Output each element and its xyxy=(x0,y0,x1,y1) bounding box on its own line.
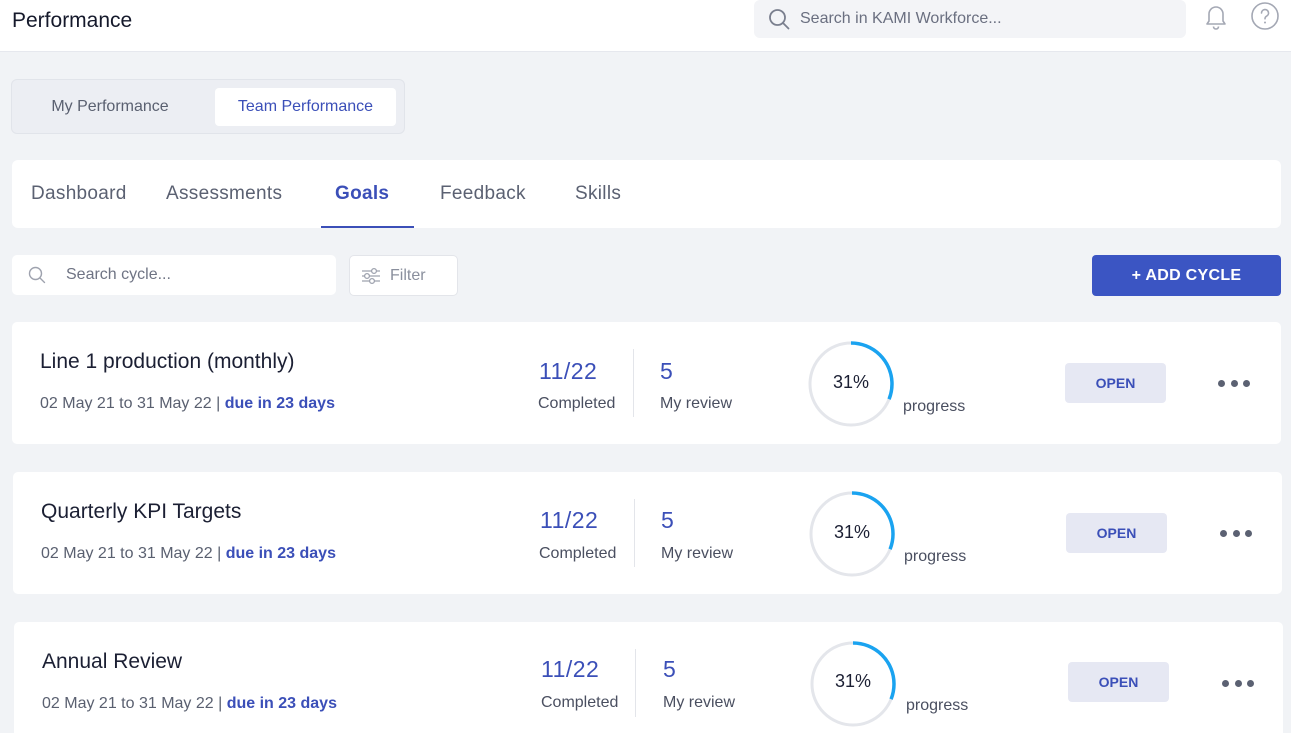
open-cycle-button[interactable]: OPEN xyxy=(1065,363,1166,403)
stat-divider xyxy=(635,649,636,717)
active-tab-indicator xyxy=(321,226,414,228)
more-options-icon[interactable] xyxy=(1222,675,1254,691)
review-label: My review xyxy=(663,694,736,711)
cycle-dates: 02 May 21 to 31 May 22 | due in 23 days xyxy=(41,545,336,563)
cycle-search[interactable] xyxy=(12,255,336,295)
cycle-date-range: 02 May 21 to 31 May 22 | xyxy=(40,395,225,412)
cycle-search-input[interactable] xyxy=(66,266,316,284)
filter-label: Filter xyxy=(390,266,426,284)
progress-label: progress xyxy=(904,548,967,565)
cycle-due: due in 23 days xyxy=(225,545,336,562)
global-search[interactable] xyxy=(754,0,1186,38)
progress-percent: 31% xyxy=(832,372,870,392)
tab-skills[interactable]: Skills xyxy=(575,160,621,228)
add-cycle-button[interactable]: + ADD CYCLE xyxy=(1092,255,1281,296)
stat-divider xyxy=(634,499,635,567)
review-label: My review xyxy=(661,545,734,562)
review-count: 5 xyxy=(663,656,677,682)
cycle-dates: 02 May 21 to 31 May 22 | due in 23 days xyxy=(42,695,337,713)
search-icon xyxy=(28,266,46,284)
completed-label: Completed xyxy=(538,395,616,412)
completed-count: 11/22 xyxy=(540,507,599,533)
filter-button[interactable]: Filter xyxy=(349,255,458,296)
progress-percent: 31% xyxy=(833,522,871,542)
cycle-date-range: 02 May 21 to 31 May 22 | xyxy=(42,695,227,712)
completed-count: 11/22 xyxy=(541,656,600,682)
page-title: Performance xyxy=(12,9,133,32)
cycle-title[interactable]: Quarterly KPI Targets xyxy=(41,500,241,524)
open-cycle-button[interactable]: OPEN xyxy=(1068,662,1169,702)
stat-divider xyxy=(633,349,634,417)
open-cycle-button[interactable]: OPEN xyxy=(1066,513,1167,553)
progress-label: progress xyxy=(906,697,969,714)
tab-goals[interactable]: Goals xyxy=(335,160,389,228)
search-icon xyxy=(769,9,790,30)
filter-sliders-icon xyxy=(362,267,380,284)
completed-label: Completed xyxy=(541,694,619,711)
cycle-title[interactable]: Annual Review xyxy=(42,650,182,674)
progress-label: progress xyxy=(903,398,966,415)
tab-assessments[interactable]: Assessments xyxy=(166,160,282,228)
cycle-due: due in 23 days xyxy=(224,395,335,412)
cycle-card: Line 1 production (monthly) 02 May 21 to… xyxy=(12,322,1281,444)
top-bar: Performance xyxy=(0,0,1291,52)
tab-feedback[interactable]: Feedback xyxy=(440,160,526,228)
tab-dashboard[interactable]: Dashboard xyxy=(31,160,127,228)
review-count: 5 xyxy=(660,358,674,384)
performance-tabs: Dashboard Assessments Goals Feedback Ski… xyxy=(12,160,1281,228)
cycle-due: due in 23 days xyxy=(226,695,337,712)
review-count: 5 xyxy=(661,507,675,533)
progress-percent: 31% xyxy=(834,671,872,691)
completed-label: Completed xyxy=(539,545,617,562)
performance-view-switch: My Performance Team Performance xyxy=(11,79,405,134)
more-options-icon[interactable] xyxy=(1220,525,1252,541)
cycle-date-range: 02 May 21 to 31 May 22 | xyxy=(41,545,226,562)
help-icon[interactable] xyxy=(1249,0,1281,32)
cycle-card: Annual Review 02 May 21 to 31 May 22 | d… xyxy=(14,622,1283,733)
more-options-icon[interactable] xyxy=(1218,375,1250,391)
completed-count: 11/22 xyxy=(539,358,598,384)
cycle-card: Quarterly KPI Targets 02 May 21 to 31 Ma… xyxy=(13,472,1282,594)
my-performance-button[interactable]: My Performance xyxy=(28,88,192,126)
team-performance-button[interactable]: Team Performance xyxy=(215,88,396,126)
cycle-dates: 02 May 21 to 31 May 22 | due in 23 days xyxy=(40,395,335,413)
review-label: My review xyxy=(660,395,733,412)
global-search-input[interactable] xyxy=(800,10,1160,28)
notification-bell-icon[interactable] xyxy=(1200,0,1232,32)
cycle-title[interactable]: Line 1 production (monthly) xyxy=(40,350,294,374)
